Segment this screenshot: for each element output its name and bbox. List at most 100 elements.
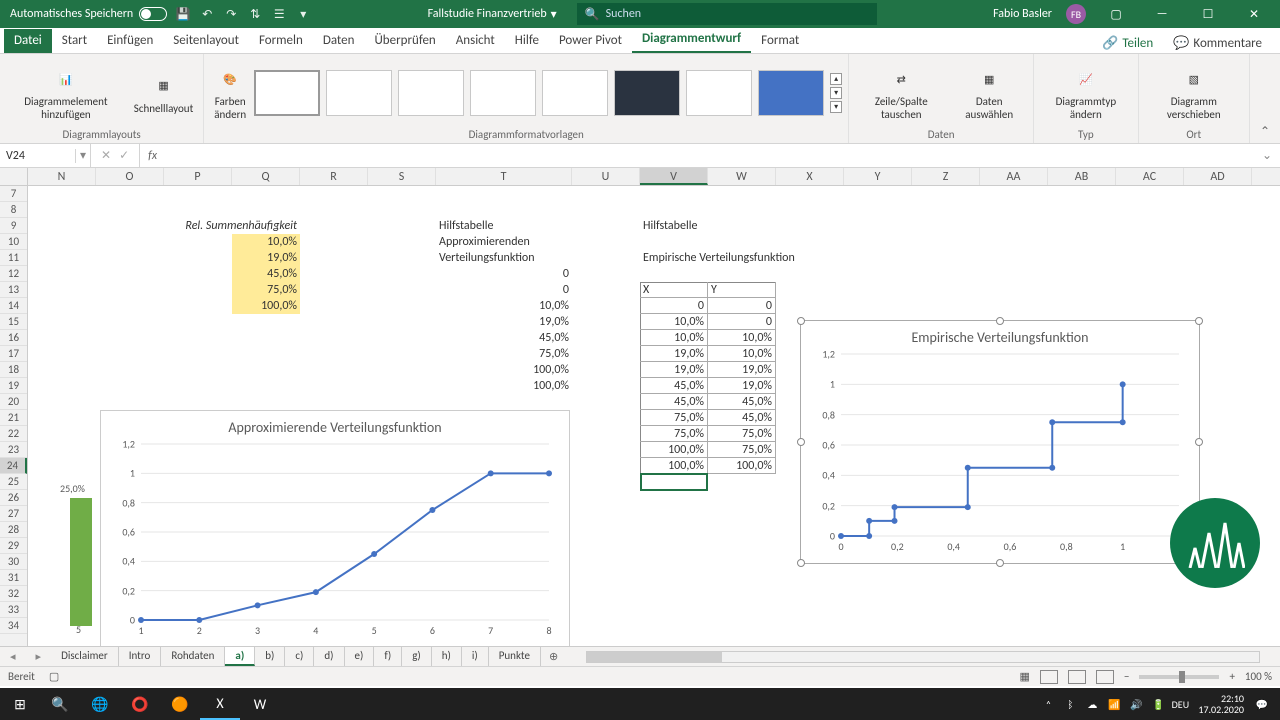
row-header-30[interactable]: 30 xyxy=(0,554,27,570)
sheet-tab-Intro[interactable]: Intro xyxy=(119,647,162,666)
row-header-24[interactable]: 24 xyxy=(0,458,27,474)
cell-v23[interactable]: 100,0% xyxy=(640,458,708,474)
share-button[interactable]: 🔗 Teilen xyxy=(1094,34,1161,53)
chart-approximierende[interactable]: Approximierende Verteilungsfunktion 00,2… xyxy=(100,410,570,646)
formula-expand-icon[interactable]: ⌄ xyxy=(1254,148,1280,163)
cell-v13[interactable]: 0 xyxy=(640,298,708,314)
zoom-slider[interactable] xyxy=(1139,675,1219,679)
row-header-9[interactable]: 9 xyxy=(0,218,27,234)
chart-style-2[interactable] xyxy=(326,70,392,116)
undo-icon[interactable]: ↶ xyxy=(199,6,215,22)
tab-seitenlayout[interactable]: Seitenlayout xyxy=(163,29,249,53)
sheet-tab-d[interactable]: d) xyxy=(314,647,344,666)
cell-w23[interactable]: 100,0% xyxy=(708,458,776,474)
tab-power-pivot[interactable]: Power Pivot xyxy=(549,29,632,53)
col-header-AA[interactable]: AA xyxy=(980,168,1048,185)
cell-t15[interactable]: 19,0% xyxy=(504,314,572,330)
col-header-Q[interactable]: Q xyxy=(232,168,300,185)
start-button[interactable]: ⊞ xyxy=(0,688,40,720)
quick-layout-button[interactable]: ▦ Schnelllayout xyxy=(130,70,198,117)
select-data-button[interactable]: ▦ Daten auswählen xyxy=(951,63,1027,123)
collapse-ribbon-icon[interactable]: ⌃ xyxy=(1250,120,1280,143)
row-header-21[interactable]: 21 xyxy=(0,410,27,426)
col-header-AC[interactable]: AC xyxy=(1116,168,1184,185)
gallery-down-icon[interactable]: ▾ xyxy=(830,87,842,99)
sheet-tab-g[interactable]: g) xyxy=(402,647,432,666)
row-header-28[interactable]: 28 xyxy=(0,522,27,538)
tray-onedrive-icon[interactable]: ☁ xyxy=(1082,698,1102,711)
user-name[interactable]: Fabio Basler xyxy=(993,7,1052,21)
chart-handle-e[interactable] xyxy=(1195,438,1203,446)
taskbar-word[interactable]: W xyxy=(240,688,280,720)
chart-handle-ne[interactable] xyxy=(1195,317,1203,325)
cell-v22[interactable]: 100,0% xyxy=(640,442,708,458)
cell-q10[interactable]: 10,0% xyxy=(232,234,300,250)
row-header-25[interactable]: 25 xyxy=(0,474,27,490)
change-chart-type-button[interactable]: 📈 Diagrammtyp ändern xyxy=(1040,63,1132,123)
redo-icon[interactable]: ↷ xyxy=(223,6,239,22)
taskbar-app-3[interactable]: 🟠 xyxy=(160,688,200,720)
tray-bluetooth-icon[interactable]: ᛒ xyxy=(1060,698,1080,711)
cell-w14[interactable]: 0 xyxy=(708,314,776,330)
tab-formeln[interactable]: Formeln xyxy=(249,29,313,53)
row-header-18[interactable]: 18 xyxy=(0,362,27,378)
sheet-nav-prev-icon[interactable]: ◂ xyxy=(0,650,26,663)
chart-handle-nw[interactable] xyxy=(797,317,805,325)
cell-q13[interactable]: 75,0% xyxy=(232,282,300,298)
save-icon[interactable]: 💾 xyxy=(175,6,191,22)
name-box[interactable]: V24 xyxy=(0,149,76,163)
row-header-34[interactable]: 34 xyxy=(0,618,27,634)
sheet-tab-f[interactable]: f) xyxy=(374,647,402,666)
tab-daten[interactable]: Daten xyxy=(313,29,365,53)
col-header-Y[interactable]: Y xyxy=(844,168,912,185)
cell-v21[interactable]: 75,0% xyxy=(640,426,708,442)
cell-q11[interactable]: 19,0% xyxy=(232,250,300,266)
chart-style-1[interactable] xyxy=(254,70,320,116)
col-header-Z[interactable]: Z xyxy=(912,168,980,185)
document-name[interactable]: Fallstudie Finanzvertrieb ▾ xyxy=(428,7,557,22)
switch-row-col-button[interactable]: ⇄ Zeile/Spalte tauschen xyxy=(855,63,947,123)
zoom-in-icon[interactable]: + xyxy=(1229,670,1234,683)
system-clock[interactable]: 22:10 17.02.2020 xyxy=(1192,693,1250,715)
cell-v16[interactable]: 19,0% xyxy=(640,346,708,362)
sheet-tab-Rohdaten[interactable]: Rohdaten xyxy=(161,647,225,666)
zoom-out-icon[interactable]: − xyxy=(1124,670,1129,683)
row-header-26[interactable]: 26 xyxy=(0,490,27,506)
cell-v12-header[interactable]: X xyxy=(640,282,708,298)
col-header-R[interactable]: R xyxy=(300,168,368,185)
cell-w17[interactable]: 19,0% xyxy=(708,362,776,378)
row-header-32[interactable]: 32 xyxy=(0,586,27,602)
col-header-V[interactable]: V xyxy=(640,168,708,185)
maximize-icon[interactable]: ☐ xyxy=(1192,0,1224,28)
cell-w19[interactable]: 45,0% xyxy=(708,394,776,410)
chart-style-8[interactable] xyxy=(758,70,824,116)
sheet-tab-h[interactable]: h) xyxy=(432,647,462,666)
gallery-more-icon[interactable]: ▾ xyxy=(830,101,842,113)
cell-w18[interactable]: 19,0% xyxy=(708,378,776,394)
row-header-22[interactable]: 22 xyxy=(0,426,27,442)
gallery-up-icon[interactable]: ▴ xyxy=(830,73,842,85)
tab-hilfe[interactable]: Hilfe xyxy=(505,29,549,53)
chart-style-5[interactable] xyxy=(542,70,608,116)
accept-formula-icon[interactable]: ✓ xyxy=(119,148,129,163)
horizontal-scrollbar[interactable] xyxy=(586,651,1260,663)
name-box-dropdown-icon[interactable]: ▾ xyxy=(76,144,91,167)
chart-element-button[interactable]: 📊 Diagrammelement hinzufügen xyxy=(6,63,126,123)
col-header-T[interactable]: T xyxy=(436,168,572,185)
chart-handle-sw[interactable] xyxy=(797,559,805,567)
move-chart-button[interactable]: ▧ Diagramm verschieben xyxy=(1145,63,1243,123)
col-header-S[interactable]: S xyxy=(368,168,436,185)
row-header-33[interactable]: 33 xyxy=(0,602,27,618)
tab-ansicht[interactable]: Ansicht xyxy=(446,29,505,53)
col-header-AB[interactable]: AB xyxy=(1048,168,1116,185)
tray-overflow-icon[interactable]: ˄ xyxy=(1038,698,1058,711)
col-header-X[interactable]: X xyxy=(776,168,844,185)
row-header-11[interactable]: 11 xyxy=(0,250,27,266)
tray-notifications-icon[interactable]: 💬 xyxy=(1252,698,1272,711)
row-header-23[interactable]: 23 xyxy=(0,442,27,458)
row-header-13[interactable]: 13 xyxy=(0,282,27,298)
col-header-N[interactable]: N xyxy=(28,168,96,185)
row-header-10[interactable]: 10 xyxy=(0,234,27,250)
ribbon-mode-icon[interactable]: ▢ xyxy=(1100,0,1132,28)
cell-q14[interactable]: 100,0% xyxy=(232,298,300,314)
